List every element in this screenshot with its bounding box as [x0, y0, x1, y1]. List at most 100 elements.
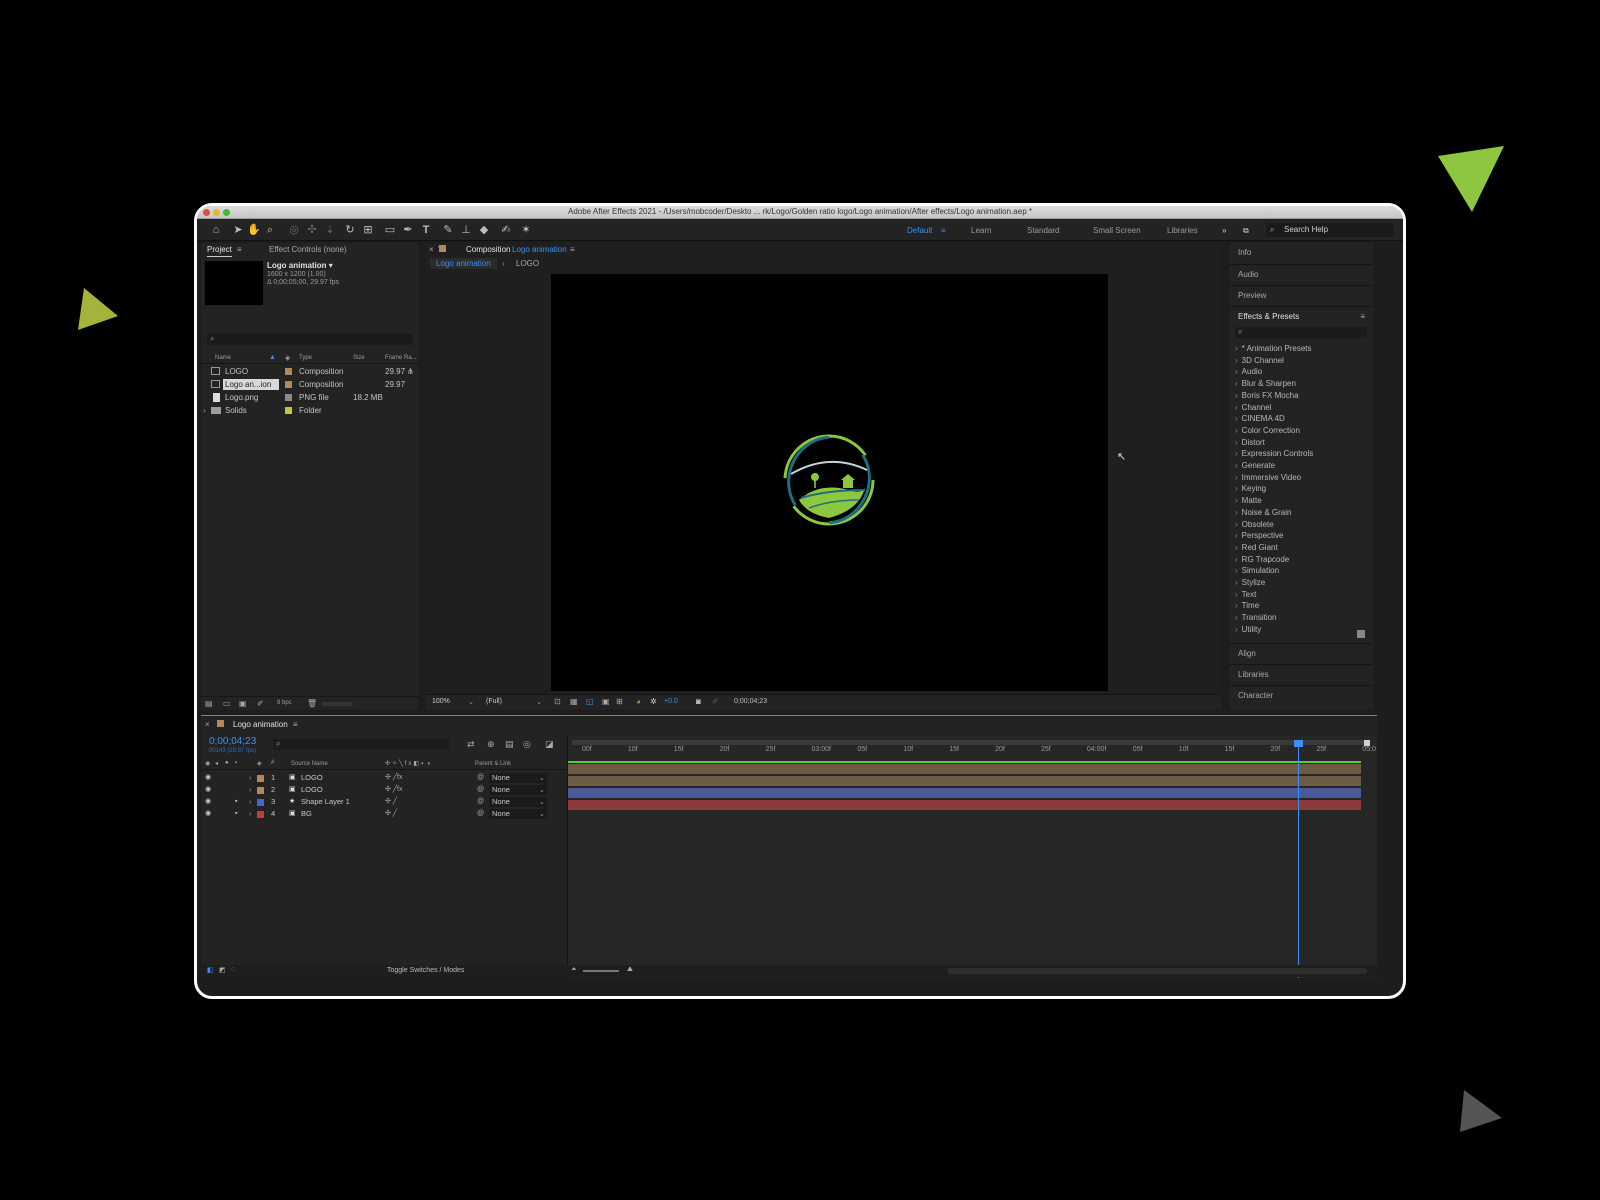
- resolution-select[interactable]: (Full) ⌄: [486, 698, 542, 708]
- sync-settings-icon[interactable]: ⧉: [1243, 226, 1249, 236]
- panel-audio[interactable]: Audio: [1229, 264, 1373, 284]
- panel-align[interactable]: Align: [1229, 643, 1373, 663]
- effect-category[interactable]: RG Trapcode: [1235, 554, 1290, 565]
- effects-panel-menu-icon[interactable]: ≡: [1360, 312, 1365, 321]
- eye-icon[interactable]: ◉: [205, 808, 211, 820]
- thumbnail-slider[interactable]: [321, 702, 353, 706]
- tab-effect-controls[interactable]: Effect Controls (none): [269, 245, 347, 254]
- anchor-point-icon[interactable]: ⊞: [361, 223, 375, 237]
- effect-category[interactable]: Immersive Video: [1235, 472, 1301, 483]
- new-folder-icon[interactable]: ▭: [223, 699, 231, 708]
- expand-arrow-icon[interactable]: ›: [249, 808, 252, 820]
- layer-label-swatch[interactable]: [257, 775, 264, 782]
- selected-item-name[interactable]: Logo animation ▾: [267, 261, 333, 270]
- column-size[interactable]: Size: [353, 355, 365, 361]
- brush-icon[interactable]: ✎: [441, 223, 455, 237]
- workspace-standard[interactable]: Standard: [1027, 226, 1059, 235]
- work-area-end-marker[interactable]: [1364, 740, 1370, 746]
- dolly-camera-icon[interactable]: ⇣: [323, 223, 337, 237]
- expand-arrow-icon[interactable]: ›: [249, 784, 252, 796]
- flowchart-icon[interactable]: ⋔: [407, 365, 414, 378]
- effect-category[interactable]: Generate: [1235, 460, 1275, 471]
- rotate-icon[interactable]: ↻: [343, 223, 357, 237]
- panel-character[interactable]: Character: [1229, 685, 1373, 705]
- timeline-tab[interactable]: Logo animation: [233, 720, 288, 729]
- effect-category[interactable]: Audio: [1235, 366, 1262, 377]
- expand-arrow-icon[interactable]: ›: [249, 796, 252, 808]
- effect-category[interactable]: Distort: [1235, 437, 1265, 448]
- effect-category[interactable]: 3D Channel: [1235, 355, 1284, 366]
- workspace-default[interactable]: Default: [907, 226, 932, 235]
- pickwhip-icon[interactable]: @: [477, 808, 484, 820]
- work-area-bar[interactable]: [572, 740, 1365, 745]
- stamp-icon[interactable]: ⊥: [459, 223, 473, 237]
- lock-icon[interactable]: ▪: [235, 808, 237, 820]
- eye-icon[interactable]: ◉: [205, 772, 211, 784]
- effect-category[interactable]: * Animation Presets: [1235, 343, 1312, 354]
- effect-category[interactable]: Boris FX Mocha: [1235, 390, 1299, 401]
- playhead[interactable]: [1293, 740, 1303, 978]
- pan-camera-icon[interactable]: ✣: [305, 223, 319, 237]
- parent-select[interactable]: None ⌄: [489, 797, 547, 807]
- label-tag-icon[interactable]: ◈: [285, 354, 290, 362]
- project-panel-menu-icon[interactable]: ≡: [237, 245, 242, 254]
- effect-category[interactable]: Time: [1235, 600, 1259, 611]
- layer-row[interactable]: ◉ ▪ › 4 ▣ BG ✣ ╱ @ None ⌄: [201, 808, 567, 820]
- layer-label-swatch[interactable]: [257, 787, 264, 794]
- interpret-footage-icon[interactable]: ▤: [205, 699, 213, 708]
- effects-presets-title[interactable]: Effects & Presets: [1238, 312, 1299, 321]
- effect-category[interactable]: Matte: [1235, 495, 1262, 506]
- shy-layers-icon[interactable]: ▤: [505, 739, 514, 750]
- effect-category[interactable]: Text: [1235, 589, 1257, 600]
- eye-icon[interactable]: ◉: [205, 784, 211, 796]
- parent-select[interactable]: None ⌄: [489, 773, 547, 783]
- fast-preview-icon[interactable]: ⊡: [554, 697, 561, 706]
- close-tab-icon[interactable]: ×: [429, 245, 434, 254]
- expand-arrow-icon[interactable]: ›: [249, 772, 252, 784]
- close-tab-icon[interactable]: ×: [205, 720, 210, 729]
- project-item[interactable]: LOGO Composition 29.97 ⋔: [201, 365, 419, 378]
- layer-duration-bar[interactable]: [568, 788, 1361, 798]
- layer-duration-bar[interactable]: [568, 764, 1361, 774]
- column-frame-rate[interactable]: Frame Ra...: [385, 355, 417, 361]
- puppet-icon[interactable]: ✶: [519, 223, 533, 237]
- panel-info[interactable]: Info: [1229, 243, 1373, 263]
- timeline-current-time[interactable]: 0;00;04;23: [209, 736, 256, 747]
- roto-brush-icon[interactable]: ✍: [499, 223, 513, 237]
- layer-row[interactable]: ◉ › 1 ▣ LOGO ✣ ╱fx @ None ⌄: [201, 772, 567, 784]
- tab-project[interactable]: Project: [207, 245, 232, 257]
- column-parent-link[interactable]: Parent & Link: [475, 761, 511, 767]
- composition-panel-menu-icon[interactable]: ≡: [570, 245, 575, 254]
- effect-category[interactable]: Perspective: [1235, 530, 1284, 541]
- effect-category[interactable]: Utility: [1235, 624, 1262, 635]
- eraser-icon[interactable]: ◆: [477, 223, 491, 237]
- label-color-swatch[interactable]: [285, 368, 292, 375]
- breadcrumb-item[interactable]: LOGO: [516, 259, 539, 268]
- draft-3d-icon[interactable]: ⊕: [487, 739, 495, 750]
- timeline-search-input[interactable]: ⌕: [273, 739, 449, 750]
- panel-preview[interactable]: Preview: [1229, 285, 1373, 305]
- snapshot-icon[interactable]: ◙: [696, 697, 701, 706]
- breadcrumb-item[interactable]: Logo animation: [430, 258, 497, 269]
- pickwhip-icon[interactable]: @: [477, 772, 484, 784]
- lock-icon[interactable]: ▪: [235, 796, 237, 808]
- switches-icons[interactable]: ✣ ╱: [385, 808, 397, 820]
- exposure-value[interactable]: +0.0: [664, 698, 678, 705]
- effect-category[interactable]: Expression Controls: [1235, 448, 1314, 459]
- orbit-camera-icon[interactable]: ◎: [287, 223, 301, 237]
- label-color-swatch[interactable]: [285, 381, 292, 388]
- pickwhip-icon[interactable]: @: [477, 784, 484, 796]
- eye-icon[interactable]: ◉: [205, 796, 211, 808]
- comp-flowchart-icon[interactable]: ⇄: [467, 739, 475, 750]
- expand-timing-icon[interactable]: ◌: [231, 966, 235, 973]
- parent-select[interactable]: None ⌄: [489, 809, 547, 819]
- switches-icons[interactable]: ✣ ╱fx: [385, 784, 402, 796]
- toggle-switches-modes[interactable]: Toggle Switches / Modes: [387, 967, 464, 974]
- time-zoom-slider[interactable]: [583, 970, 619, 972]
- project-item[interactable]: › Solids Folder: [201, 404, 419, 417]
- label-color-swatch[interactable]: [285, 407, 292, 414]
- label-color-swatch[interactable]: [285, 394, 292, 401]
- more-workspaces-icon[interactable]: »: [1222, 226, 1226, 235]
- parent-select[interactable]: None ⌄: [489, 785, 547, 795]
- column-source-name[interactable]: Source Name: [291, 761, 328, 767]
